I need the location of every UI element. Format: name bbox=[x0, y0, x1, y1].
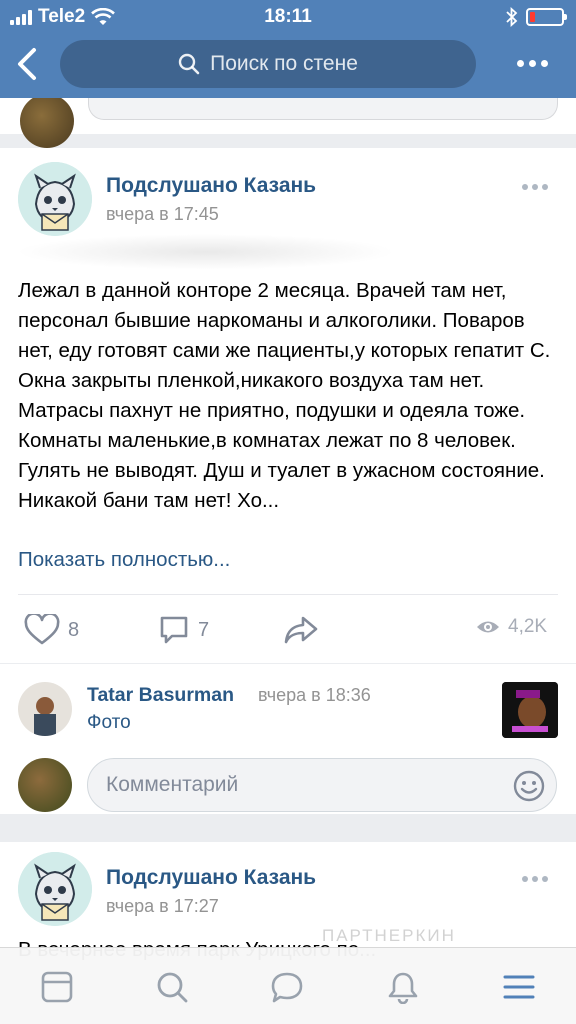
post-timestamp[interactable]: вчера в 17:27 bbox=[106, 896, 219, 917]
bottom-tab-bar bbox=[0, 947, 576, 1024]
search-placeholder: Поиск по стене bbox=[210, 52, 358, 75]
divider bbox=[18, 594, 558, 595]
comment-bubble-icon bbox=[160, 616, 188, 644]
view-count: 4,2K bbox=[508, 616, 548, 637]
share-button[interactable] bbox=[283, 614, 319, 646]
comment-input[interactable]: Комментарий bbox=[87, 758, 557, 812]
search-icon bbox=[178, 53, 200, 75]
tab-messages-icon[interactable] bbox=[270, 970, 304, 1004]
battery-icon bbox=[526, 8, 567, 26]
my-avatar bbox=[18, 758, 72, 812]
comment-photo-thumbnail[interactable] bbox=[502, 682, 558, 738]
like-count: 8 bbox=[68, 618, 80, 641]
avatar bbox=[20, 94, 74, 148]
post-timestamp[interactable]: вчера в 17:45 bbox=[106, 204, 219, 225]
meme-thumbnail-icon bbox=[502, 682, 558, 738]
group-name-link[interactable]: Подслушано Казань bbox=[106, 174, 316, 198]
tab-news-icon[interactable] bbox=[40, 970, 74, 1004]
header: Tele2 18:11 Поиск по стене bbox=[0, 0, 576, 98]
comment-placeholder: Комментарий bbox=[106, 773, 239, 796]
commenter-photo-icon bbox=[18, 682, 72, 736]
emoji-smile-icon[interactable] bbox=[512, 769, 546, 803]
snow-leopard-logo-icon bbox=[18, 852, 92, 926]
group-avatar[interactable] bbox=[18, 852, 92, 926]
snow-leopard-logo-icon bbox=[18, 162, 92, 236]
status-bar: Tele2 18:11 bbox=[0, 0, 576, 34]
views-counter: 4,2K bbox=[476, 616, 547, 638]
like-button[interactable]: 8 bbox=[24, 614, 79, 646]
comment-count: 7 bbox=[198, 618, 210, 641]
watermark: ПАРТНЕРКИН bbox=[322, 926, 456, 945]
comment-author-link[interactable]: Tatar Basurman bbox=[87, 684, 234, 707]
group-avatar[interactable] bbox=[18, 162, 92, 236]
status-time: 18:11 bbox=[264, 6, 312, 27]
post-options-button[interactable] bbox=[522, 184, 548, 190]
tab-search-icon[interactable] bbox=[155, 970, 189, 1004]
share-arrow-icon bbox=[284, 616, 318, 644]
post-actions: 8 7 4,2K bbox=[0, 610, 576, 650]
back-arrow-icon bbox=[18, 48, 36, 80]
commenter-avatar[interactable] bbox=[18, 682, 72, 736]
back-button[interactable] bbox=[14, 44, 44, 84]
blurred-text-line bbox=[16, 234, 396, 270]
comment-section: Tatar Basurman вчера в 18:36 Фото Коммен… bbox=[0, 664, 576, 814]
tab-menu-icon[interactable] bbox=[502, 970, 536, 1004]
comment-button[interactable]: 7 bbox=[158, 614, 209, 646]
group-name-link[interactable]: Подслушано Казань bbox=[106, 866, 316, 890]
wall-search-field[interactable]: Поиск по стене bbox=[60, 40, 476, 88]
post-text: Лежал в данной конторе 2 месяца. Врачей … bbox=[18, 279, 551, 512]
show-more-link[interactable]: Показать полностью... bbox=[18, 548, 230, 572]
wall-post: Подслушано Казань вчера в 17:45 Лежал в … bbox=[0, 148, 576, 663]
more-options-button[interactable] bbox=[517, 60, 548, 67]
comment-photo-link[interactable]: Фото bbox=[87, 712, 131, 734]
bluetooth-icon bbox=[506, 7, 518, 27]
eye-icon bbox=[477, 621, 499, 633]
tab-notifications-icon[interactable] bbox=[386, 970, 420, 1004]
post-options-button[interactable] bbox=[522, 876, 548, 882]
heart-icon bbox=[24, 614, 60, 645]
comment-timestamp: вчера в 18:36 bbox=[258, 685, 371, 705]
status-right bbox=[506, 7, 567, 27]
